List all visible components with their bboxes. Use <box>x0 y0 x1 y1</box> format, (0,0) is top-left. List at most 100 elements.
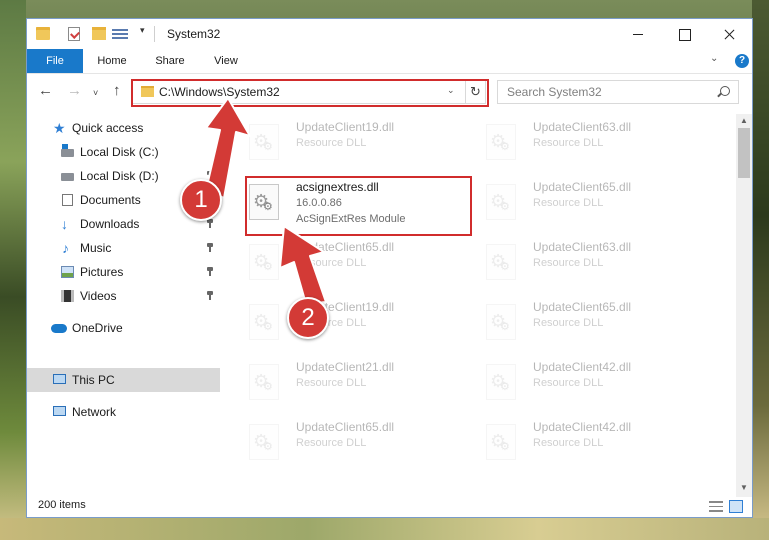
disk-icon <box>61 173 74 181</box>
minimize-button[interactable] <box>615 19 661 49</box>
customize-quick-access-icon[interactable]: ▾ <box>140 25 145 36</box>
sidebar-item-videos[interactable]: Videos <box>27 284 220 308</box>
star-icon: ★ <box>53 120 66 136</box>
file-item[interactable]: UpdateClient65.dll Resource DLL <box>484 298 684 348</box>
file-type: Resource DLL <box>296 377 367 389</box>
file-name: UpdateClient42.dll <box>533 420 632 434</box>
file-name: UpdateClient65.dll <box>296 240 395 254</box>
sidebar-item-onedrive[interactable]: OneDrive <box>27 316 220 340</box>
tab-view[interactable]: View <box>203 49 249 73</box>
address-bar[interactable]: C:\Windows\System32 ⌄ ↻ <box>132 80 486 104</box>
file-type: Resource DLL <box>533 137 604 149</box>
dll-file-icon <box>486 124 516 160</box>
chevron-down-icon[interactable]: ⌄ <box>710 53 718 64</box>
back-arrow-icon[interactable]: ← <box>38 82 53 100</box>
file-type: Resource DLL <box>533 257 604 269</box>
dll-file-icon <box>486 244 516 280</box>
tab-share[interactable]: Share <box>145 49 195 73</box>
navigation-pane: ★ Quick access Local Disk (C:) Local Dis… <box>27 114 220 497</box>
maximize-button[interactable] <box>661 19 707 49</box>
file-name: UpdateClient19.dll <box>296 120 395 134</box>
desktop-background-right <box>752 0 769 540</box>
pin-icon[interactable] <box>207 267 213 276</box>
downloads-icon: ↓ <box>61 216 68 232</box>
file-name: UpdateClient21.dll <box>296 360 395 374</box>
forward-arrow-icon[interactable]: → <box>67 82 82 100</box>
file-item[interactable]: UpdateClient63.dll Resource DLL <box>484 118 684 168</box>
vertical-scrollbar[interactable]: ▲ ▼ <box>736 114 752 497</box>
window-title: System32 <box>167 27 221 41</box>
help-icon[interactable]: ? <box>735 54 749 68</box>
navigation-bar: ← → ˅ ↑ C:\Windows\System32 ⌄ ↻ Search S… <box>27 75 752 109</box>
refresh-icon[interactable]: ↻ <box>465 81 485 103</box>
tab-home[interactable]: Home <box>87 49 137 73</box>
file-name: UpdateClient65.dll <box>296 420 395 434</box>
file-item[interactable]: UpdateClient42.dll Resource DLL <box>484 418 684 468</box>
file-item[interactable]: UpdateClient65.dll Resource DLL <box>484 178 684 228</box>
pin-icon[interactable] <box>207 291 213 300</box>
sidebar-item-music[interactable]: ♪ Music <box>27 236 220 260</box>
file-type: Resource DLL <box>533 317 604 329</box>
this-pc-icon <box>53 374 66 384</box>
desktop-background-left <box>0 0 26 540</box>
file-item[interactable]: UpdateClient19.dll Resource DLL <box>247 118 447 168</box>
file-item[interactable]: UpdateClient19.dll Resource DLL <box>247 298 447 348</box>
title-separator <box>154 26 155 42</box>
chevron-down-icon[interactable]: ⌄ <box>447 85 455 96</box>
sidebar-item-label: Documents <box>80 193 141 207</box>
sidebar-item-this-pc[interactable]: This PC <box>27 368 220 392</box>
properties-icon[interactable] <box>68 27 80 41</box>
sidebar-item-label: This PC <box>72 373 115 387</box>
dll-file-icon <box>249 364 279 400</box>
view-options-icon[interactable] <box>112 27 128 39</box>
pin-icon[interactable] <box>207 243 213 252</box>
file-name: UpdateClient65.dll <box>533 180 632 194</box>
file-item[interactable]: UpdateClient65.dll Resource DLL <box>247 418 447 468</box>
dll-file-icon <box>486 304 516 340</box>
file-item[interactable]: UpdateClient42.dll Resource DLL <box>484 358 684 408</box>
search-input[interactable]: Search System32 <box>497 80 739 104</box>
up-arrow-icon[interactable]: ↑ <box>113 82 121 100</box>
tiles-view-icon[interactable] <box>729 500 743 513</box>
step-1-marker: 1 <box>180 179 222 221</box>
scroll-up-icon[interactable]: ▲ <box>736 114 752 128</box>
sidebar-item-label: Local Disk (C:) <box>80 145 159 159</box>
dll-file-icon <box>486 424 516 460</box>
tab-file[interactable]: File <box>27 49 83 73</box>
file-name: UpdateClient63.dll <box>533 120 632 134</box>
file-type: Resource DLL <box>533 197 604 209</box>
details-view-icon[interactable] <box>709 501 723 512</box>
file-type: Resource DLL <box>533 437 604 449</box>
search-placeholder: Search System32 <box>507 85 602 99</box>
disk-c-icon <box>61 144 74 157</box>
pin-icon[interactable] <box>207 219 213 228</box>
search-icon[interactable] <box>720 86 730 96</box>
sidebar-item-quick-access[interactable]: ★ Quick access <box>27 116 220 140</box>
file-item[interactable]: UpdateClient63.dll Resource DLL <box>484 238 684 288</box>
dll-file-icon <box>486 184 516 220</box>
new-folder-icon[interactable] <box>92 27 106 40</box>
item-count: 200 items <box>38 499 86 511</box>
sidebar-item-label: Music <box>80 241 112 255</box>
step-2-marker: 2 <box>287 297 329 339</box>
close-button[interactable] <box>707 19 753 49</box>
dll-file-icon <box>249 424 279 460</box>
scroll-thumb[interactable] <box>738 128 750 178</box>
scroll-down-icon[interactable]: ▼ <box>736 481 752 495</box>
recent-locations-icon[interactable]: ˅ <box>93 84 98 102</box>
file-type: Resource DLL <box>296 137 367 149</box>
file-item[interactable]: UpdateClient21.dll Resource DLL <box>247 358 447 408</box>
file-item[interactable]: UpdateClient65.dll Resource DLL <box>247 238 447 288</box>
address-path[interactable]: C:\Windows\System32 <box>159 85 280 99</box>
dll-file-icon <box>249 244 279 280</box>
network-icon <box>53 406 66 416</box>
file-item-selected[interactable]: acsignextres.dll 16.0.0.86 AcSignExtRes … <box>247 178 447 228</box>
pin-icon[interactable] <box>207 171 213 180</box>
sidebar-item-local-disk-c[interactable]: Local Disk (C:) <box>27 140 220 164</box>
sidebar-item-label: Videos <box>80 289 117 303</box>
sidebar-item-pictures[interactable]: Pictures <box>27 260 220 284</box>
sidebar-item-network[interactable]: Network <box>27 400 220 424</box>
file-description: AcSignExtRes Module <box>296 213 406 225</box>
pictures-icon <box>61 266 74 278</box>
dll-file-icon <box>249 124 279 160</box>
